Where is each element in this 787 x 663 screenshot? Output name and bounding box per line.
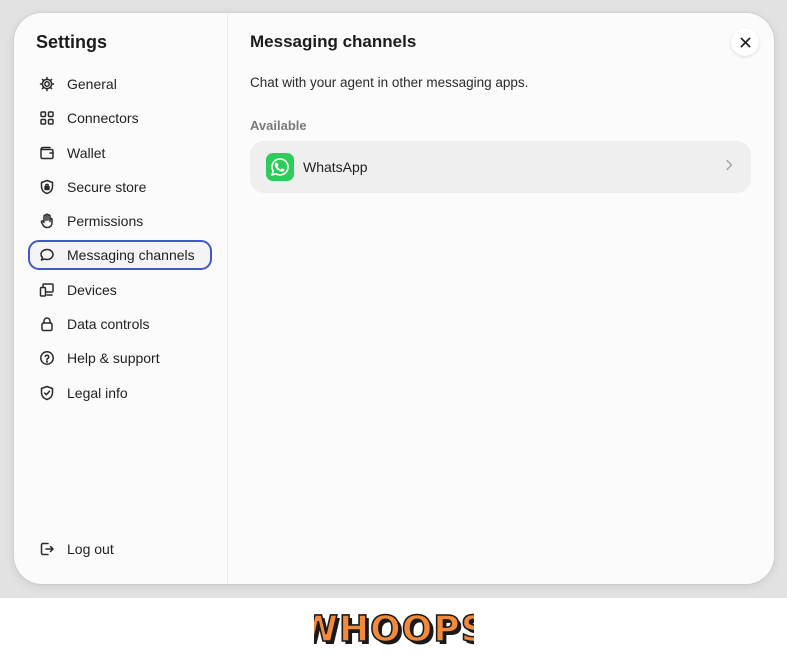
shield-lock-icon <box>39 179 55 195</box>
whatsapp-icon <box>266 153 294 181</box>
grid-icon <box>39 110 55 126</box>
close-icon <box>740 37 750 47</box>
sidebar-item-label: Devices <box>67 281 117 298</box>
sidebar-item-label: Messaging channels <box>67 247 195 264</box>
sidebar-item-label: Data controls <box>67 316 150 333</box>
sidebar-item-secure-store[interactable]: Secure store <box>28 172 212 202</box>
sidebar-title: Settings <box>36 32 108 52</box>
channel-name: WhatsApp <box>303 159 368 175</box>
sidebar-item-messaging-channels[interactable]: Messaging channels <box>28 240 212 271</box>
sidebar-item-label: Help & support <box>67 350 160 367</box>
settings-content: Messaging channels Chat with your agent … <box>228 13 774 584</box>
sidebar-item-connectors[interactable]: Connectors <box>28 103 212 133</box>
sidebar-item-label: Permissions <box>67 213 144 230</box>
logout-label: Log out <box>67 540 114 557</box>
question-circle-icon <box>39 350 55 366</box>
svg-text:WHOOPS: WHOOPS <box>314 609 474 650</box>
devices-icon <box>39 282 55 298</box>
logout-button[interactable]: Log out <box>28 534 212 564</box>
sidebar-item-legal-info[interactable]: Legal info <box>28 378 212 408</box>
section-label-available: Available <box>250 118 307 133</box>
logout-icon <box>39 541 55 557</box>
gear-icon <box>39 76 55 92</box>
page-description: Chat with your agent in other messaging … <box>250 75 529 90</box>
whoops-wordmark: WHOOPS WHOOPS <box>314 608 474 653</box>
close-button[interactable] <box>731 28 759 56</box>
shield-check-icon <box>39 385 55 401</box>
chat-bubble-icon <box>39 247 55 263</box>
settings-modal: Settings General Connectors Wallet Secur… <box>14 13 774 584</box>
page-title: Messaging channels <box>250 32 417 51</box>
sidebar-item-permissions[interactable]: Permissions <box>28 206 212 236</box>
sidebar-item-label: Legal info <box>67 384 128 401</box>
sidebar-item-general[interactable]: General <box>28 69 212 99</box>
settings-nav: General Connectors Wallet Secure store P… <box>28 69 212 412</box>
sidebar-item-label: Wallet <box>67 144 106 161</box>
hand-icon <box>39 213 55 229</box>
sidebar-item-data-controls[interactable]: Data controls <box>28 309 212 339</box>
settings-sidebar: Settings General Connectors Wallet Secur… <box>14 13 228 584</box>
wallet-icon <box>39 145 55 161</box>
channel-row-whatsapp[interactable]: WhatsApp <box>250 141 751 193</box>
sidebar-item-label: General <box>67 76 117 92</box>
chevron-right-icon <box>725 158 733 176</box>
sidebar-item-help-support[interactable]: Help & support <box>28 343 212 373</box>
sidebar-item-wallet[interactable]: Wallet <box>28 138 212 168</box>
sidebar-item-label: Connectors <box>67 110 139 127</box>
lock-icon <box>39 316 55 332</box>
whoops-logo: WHOOPS WHOOPS <box>0 598 787 663</box>
sidebar-item-devices[interactable]: Devices <box>28 275 212 305</box>
sidebar-item-label: Secure store <box>67 178 147 195</box>
